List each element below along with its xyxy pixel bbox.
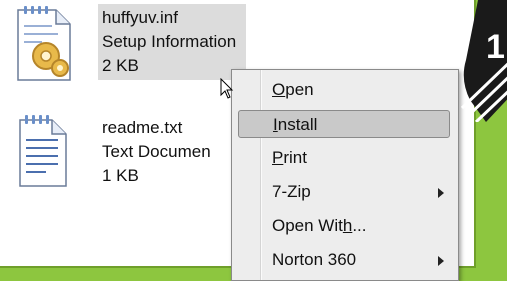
setup-information-file-icon xyxy=(17,6,71,81)
file-size: 2 KB xyxy=(102,56,139,75)
menu-item-install[interactable]: Install xyxy=(238,110,450,138)
menu-item-open[interactable]: Open xyxy=(238,76,450,104)
file-type: Text Documen xyxy=(102,142,211,161)
file-name: readme.txt xyxy=(102,118,183,137)
text-document-file-icon xyxy=(19,115,67,187)
menu-item-label: Install xyxy=(273,115,318,134)
file-type: Setup Information xyxy=(102,32,237,51)
menu-item-label: Print xyxy=(272,148,307,167)
file-details: readme.txt Text Documen 1 KB xyxy=(102,116,211,188)
mouse-cursor-icon xyxy=(220,78,234,99)
menu-item-norton-360[interactable]: Norton 360 xyxy=(238,246,450,274)
menu-item-label: Norton 360 xyxy=(272,250,357,269)
step-number: 1 xyxy=(486,28,505,66)
file-size: 1 KB xyxy=(102,166,139,185)
submenu-arrow-icon xyxy=(438,188,444,198)
menu-item-label: 7-Zip xyxy=(272,182,311,201)
menu-item-print[interactable]: Print xyxy=(238,144,450,172)
menu-item-label: Open With... xyxy=(272,216,367,235)
menu-item-label: Open xyxy=(272,80,314,99)
context-menu: Open Install Print 7-Zip Open With... No… xyxy=(231,69,459,281)
file-name: huffyuv.inf xyxy=(102,8,178,27)
file-details: huffyuv.inf Setup Information 2 KB xyxy=(98,4,247,80)
menu-item-open-with[interactable]: Open With... xyxy=(238,212,450,240)
submenu-arrow-icon xyxy=(438,256,444,266)
menu-item-7zip[interactable]: 7-Zip xyxy=(238,178,450,206)
